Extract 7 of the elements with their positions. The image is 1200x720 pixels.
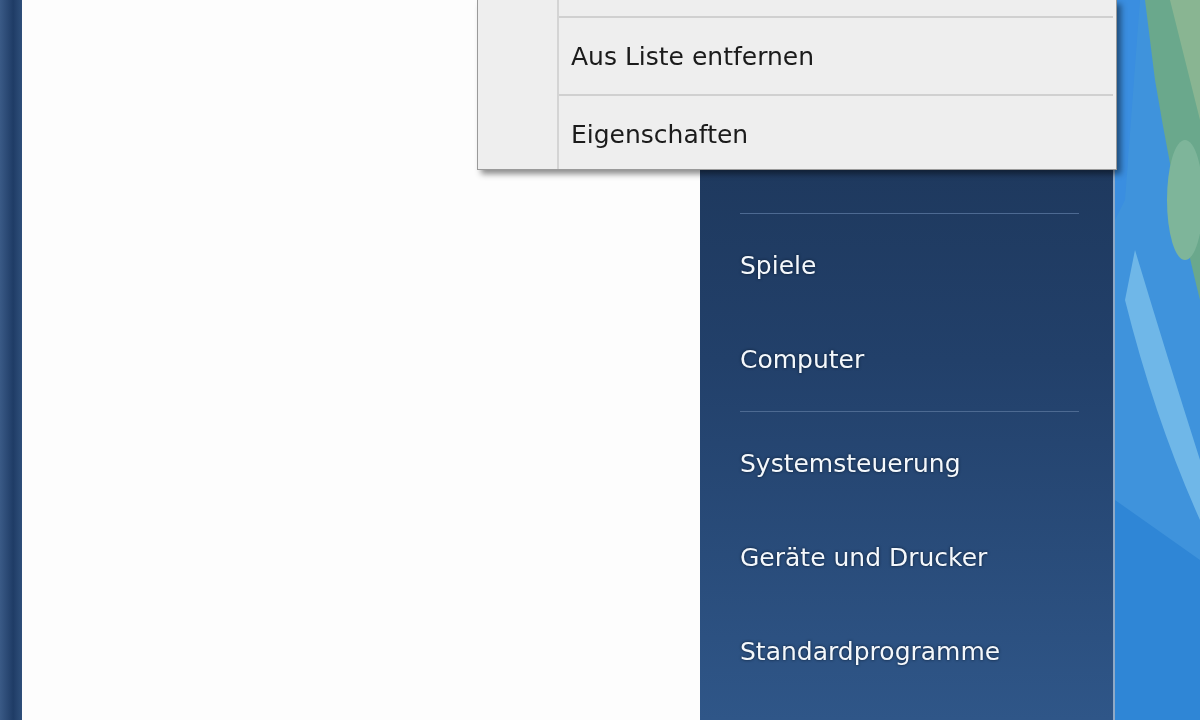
start-menu-link[interactable]: Geräte und Drucker xyxy=(740,510,1079,604)
menu-item[interactable]: Eigenschaften xyxy=(559,94,1113,172)
start-menu-link[interactable]: Computer xyxy=(740,312,1079,406)
menu-item[interactable]: Aus Liste entfernen xyxy=(559,16,1113,94)
start-menu-link[interactable]: Standardprogramme xyxy=(740,604,1079,698)
start-menu-link[interactable]: Spiele xyxy=(740,218,1079,312)
start-menu-link[interactable]: Systemsteuerung xyxy=(740,416,1079,510)
